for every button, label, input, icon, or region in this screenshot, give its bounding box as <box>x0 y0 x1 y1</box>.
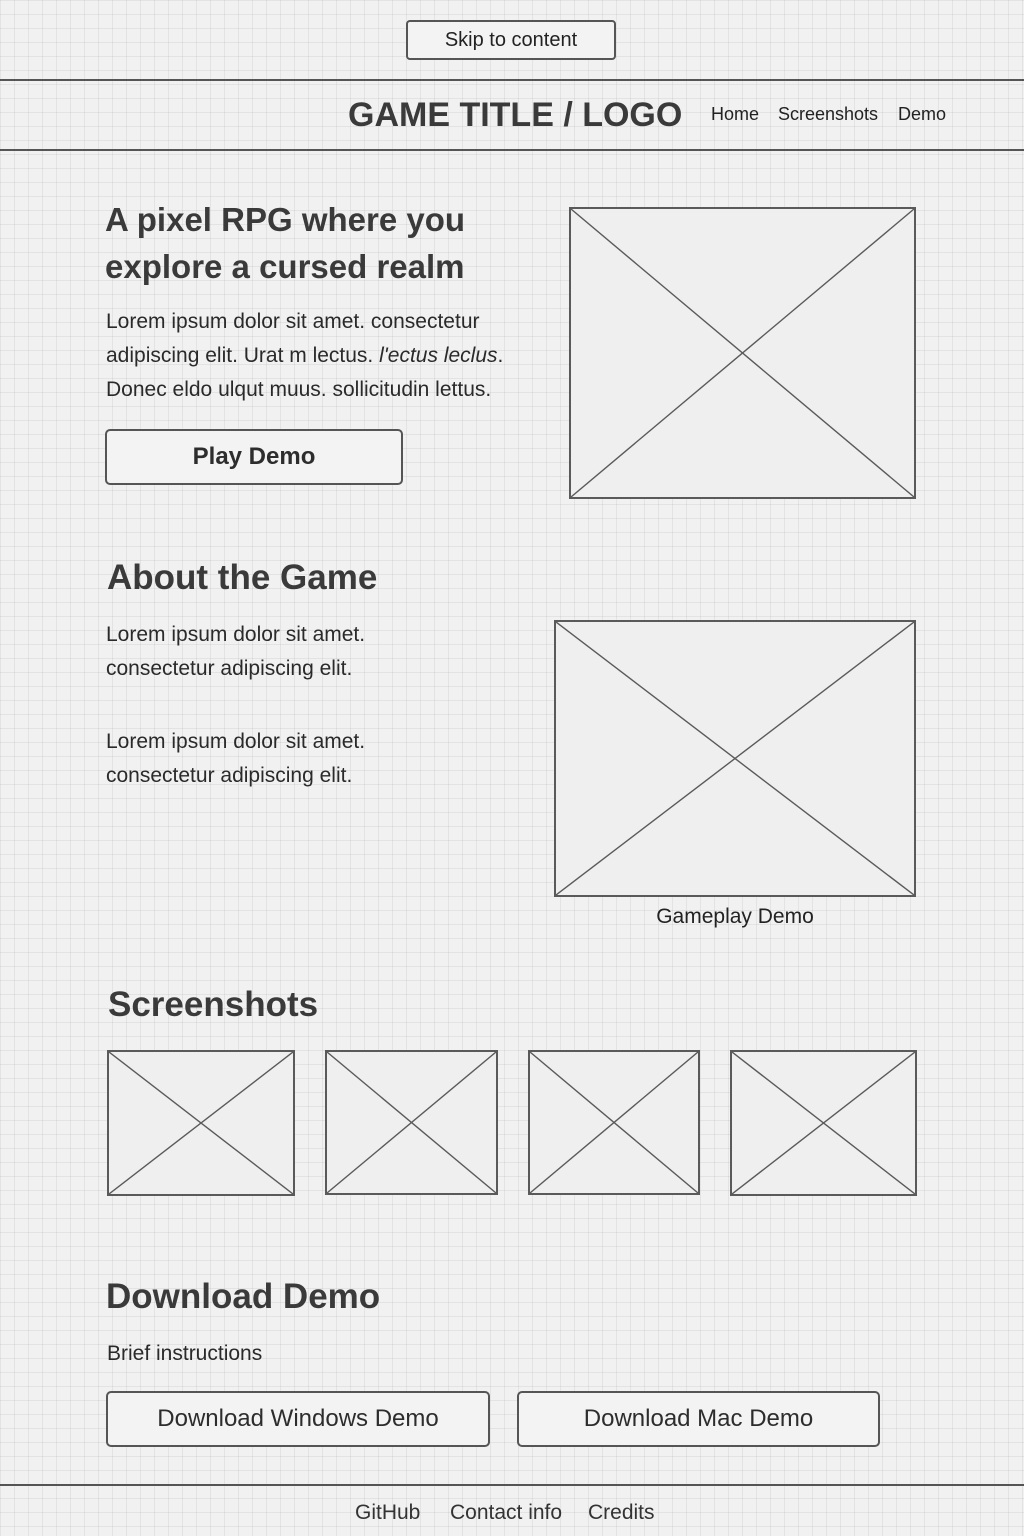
screenshot-thumbnail-3[interactable] <box>528 1050 700 1195</box>
download-section-title: Download Demo <box>106 1277 381 1316</box>
download-mac-button[interactable]: Download Mac Demo <box>517 1391 880 1447</box>
hero-image-placeholder <box>569 207 916 499</box>
footer-github-link[interactable]: GitHub <box>355 1501 420 1525</box>
download-windows-button[interactable]: Download Windows Demo <box>106 1391 490 1447</box>
header-bottom-divider <box>0 149 1024 151</box>
gameplay-video-placeholder[interactable] <box>554 620 916 897</box>
nav-demo-link[interactable]: Demo <box>898 104 946 125</box>
placeholder-cross-icon <box>732 1052 915 1194</box>
about-paragraph-2: Lorem ipsum dolor sit amet. consectetur … <box>106 730 366 787</box>
play-demo-button[interactable]: Play Demo <box>105 429 403 485</box>
footer-divider <box>0 1484 1024 1486</box>
header-top-divider <box>0 79 1024 81</box>
nav-screenshots-link[interactable]: Screenshots <box>778 104 878 125</box>
gameplay-video-caption: Gameplay Demo <box>656 905 814 928</box>
hero-text-italic: l'ectus leclus <box>379 344 498 367</box>
nav-home-link[interactable]: Home <box>711 104 759 125</box>
about-paragraph-1: Lorem ipsum dolor sit amet. consectetur … <box>106 623 366 680</box>
about-section-title: About the Game <box>107 558 378 597</box>
skip-to-content-link[interactable]: Skip to content <box>406 20 616 60</box>
footer-contact-link[interactable]: Contact info <box>450 1501 562 1525</box>
game-logo[interactable]: GAME TITLE / LOGO <box>348 96 698 135</box>
placeholder-cross-icon <box>530 1052 698 1193</box>
screenshots-section-title: Screenshots <box>108 985 319 1024</box>
download-instructions: Brief instructions <box>107 1342 263 1365</box>
hero-description: Lorem ipsum dolor sit amet. consectetur … <box>106 305 546 407</box>
screenshot-thumbnail-4[interactable] <box>730 1050 917 1196</box>
screenshot-thumbnail-1[interactable] <box>107 1050 295 1196</box>
placeholder-cross-icon <box>327 1052 496 1193</box>
placeholder-cross-icon <box>571 209 914 497</box>
footer-credits-link[interactable]: Credits <box>588 1501 655 1525</box>
placeholder-cross-icon <box>556 622 914 895</box>
hero-title: A pixel RPG where you explore a cursed r… <box>105 201 466 285</box>
screenshot-thumbnail-2[interactable] <box>325 1050 498 1195</box>
placeholder-cross-icon <box>109 1052 293 1194</box>
